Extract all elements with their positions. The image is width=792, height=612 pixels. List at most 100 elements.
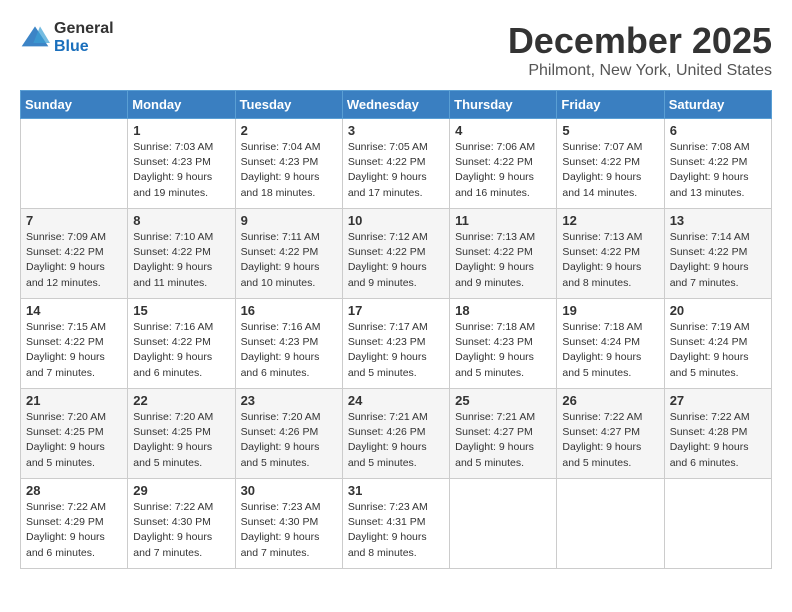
- day-info: Sunrise: 7:15 AMSunset: 4:22 PMDaylight:…: [26, 320, 122, 381]
- day-info: Sunrise: 7:13 AMSunset: 4:22 PMDaylight:…: [455, 230, 551, 291]
- calendar-cell-w0-d2: 2 Sunrise: 7:04 AMSunset: 4:23 PMDaylight…: [235, 119, 342, 209]
- day-info: Sunrise: 7:23 AMSunset: 4:31 PMDaylight:…: [348, 500, 444, 561]
- day-number: 13: [670, 213, 766, 228]
- day-info: Sunrise: 7:22 AMSunset: 4:27 PMDaylight:…: [562, 410, 658, 471]
- calendar-cell-w4-d0: 28 Sunrise: 7:22 AMSunset: 4:29 PMDayligh…: [21, 479, 128, 569]
- week-row-3: 21 Sunrise: 7:20 AMSunset: 4:25 PMDayligh…: [21, 389, 772, 479]
- day-number: 25: [455, 393, 551, 408]
- calendar-cell-w4-d3: 31 Sunrise: 7:23 AMSunset: 4:31 PMDayligh…: [342, 479, 449, 569]
- day-number: 10: [348, 213, 444, 228]
- logo-general-text: General: [54, 20, 114, 38]
- day-number: 8: [133, 213, 229, 228]
- day-info: Sunrise: 7:10 AMSunset: 4:22 PMDaylight:…: [133, 230, 229, 291]
- day-info: Sunrise: 7:05 AMSunset: 4:22 PMDaylight:…: [348, 140, 444, 201]
- calendar-cell-w0-d3: 3 Sunrise: 7:05 AMSunset: 4:22 PMDaylight…: [342, 119, 449, 209]
- calendar-cell-w4-d5: [557, 479, 664, 569]
- day-info: Sunrise: 7:21 AMSunset: 4:26 PMDaylight:…: [348, 410, 444, 471]
- day-number: 28: [26, 483, 122, 498]
- calendar-cell-w2-d3: 17 Sunrise: 7:17 AMSunset: 4:23 PMDayligh…: [342, 299, 449, 389]
- week-row-1: 7 Sunrise: 7:09 AMSunset: 4:22 PMDaylight…: [21, 209, 772, 299]
- day-number: 23: [241, 393, 337, 408]
- day-number: 17: [348, 303, 444, 318]
- calendar-cell-w1-d0: 7 Sunrise: 7:09 AMSunset: 4:22 PMDaylight…: [21, 209, 128, 299]
- header-monday: Monday: [128, 91, 235, 119]
- calendar-cell-w3-d3: 24 Sunrise: 7:21 AMSunset: 4:26 PMDayligh…: [342, 389, 449, 479]
- calendar-cell-w0-d0: [21, 119, 128, 209]
- day-info: Sunrise: 7:14 AMSunset: 4:22 PMDaylight:…: [670, 230, 766, 291]
- day-number: 2: [241, 123, 337, 138]
- day-info: Sunrise: 7:12 AMSunset: 4:22 PMDaylight:…: [348, 230, 444, 291]
- calendar-cell-w1-d5: 12 Sunrise: 7:13 AMSunset: 4:22 PMDayligh…: [557, 209, 664, 299]
- calendar-cell-w0-d6: 6Sunrise: 7:08 AMSunset: 4:22 PMDaylight…: [664, 119, 771, 209]
- logo: General Blue: [20, 20, 114, 55]
- day-number: 16: [241, 303, 337, 318]
- week-row-2: 14 Sunrise: 7:15 AMSunset: 4:22 PMDayligh…: [21, 299, 772, 389]
- day-info: Sunrise: 7:16 AMSunset: 4:23 PMDaylight:…: [241, 320, 337, 381]
- main-title: December 2025: [508, 20, 772, 62]
- day-number: 19: [562, 303, 658, 318]
- day-info: Sunrise: 7:04 AMSunset: 4:23 PMDaylight:…: [241, 140, 337, 201]
- calendar-cell-w0-d4: 4Sunrise: 7:06 AMSunset: 4:22 PMDaylight…: [450, 119, 557, 209]
- subtitle: Philmont, New York, United States: [508, 62, 772, 80]
- day-info: Sunrise: 7:07 AMSunset: 4:22 PMDaylight:…: [562, 140, 658, 201]
- day-info: Sunrise: 7:18 AMSunset: 4:23 PMDaylight:…: [455, 320, 551, 381]
- calendar-cell-w3-d1: 22Sunrise: 7:20 AMSunset: 4:25 PMDayligh…: [128, 389, 235, 479]
- day-number: 31: [348, 483, 444, 498]
- calendar-cell-w1-d1: 8 Sunrise: 7:10 AMSunset: 4:22 PMDaylight…: [128, 209, 235, 299]
- calendar-header-row: Sunday Monday Tuesday Wednesday Thursday…: [21, 91, 772, 119]
- header-wednesday: Wednesday: [342, 91, 449, 119]
- day-info: Sunrise: 7:20 AMSunset: 4:25 PMDaylight:…: [26, 410, 122, 471]
- header: General Blue December 2025 Philmont, New…: [20, 20, 772, 80]
- day-number: 21: [26, 393, 122, 408]
- day-info: Sunrise: 7:18 AMSunset: 4:24 PMDaylight:…: [562, 320, 658, 381]
- calendar-cell-w0-d5: 5 Sunrise: 7:07 AMSunset: 4:22 PMDaylight…: [557, 119, 664, 209]
- header-sunday: Sunday: [21, 91, 128, 119]
- calendar-cell-w4-d1: 29 Sunrise: 7:22 AMSunset: 4:30 PMDayligh…: [128, 479, 235, 569]
- calendar-cell-w3-d5: 26Sunrise: 7:22 AMSunset: 4:27 PMDayligh…: [557, 389, 664, 479]
- day-info: Sunrise: 7:08 AMSunset: 4:22 PMDaylight:…: [670, 140, 766, 201]
- calendar-cell-w3-d4: 25 Sunrise: 7:21 AMSunset: 4:27 PMDayligh…: [450, 389, 557, 479]
- calendar-cell-w2-d2: 16 Sunrise: 7:16 AMSunset: 4:23 PMDayligh…: [235, 299, 342, 389]
- day-number: 24: [348, 393, 444, 408]
- logo-text: General Blue: [54, 20, 114, 55]
- header-friday: Friday: [557, 91, 664, 119]
- calendar-cell-w4-d2: 30Sunrise: 7:23 AMSunset: 4:30 PMDayligh…: [235, 479, 342, 569]
- calendar-cell-w2-d6: 20 Sunrise: 7:19 AMSunset: 4:24 PMDayligh…: [664, 299, 771, 389]
- day-number: 3: [348, 123, 444, 138]
- day-info: Sunrise: 7:20 AMSunset: 4:25 PMDaylight:…: [133, 410, 229, 471]
- day-info: Sunrise: 7:22 AMSunset: 4:30 PMDaylight:…: [133, 500, 229, 561]
- day-info: Sunrise: 7:21 AMSunset: 4:27 PMDaylight:…: [455, 410, 551, 471]
- day-info: Sunrise: 7:11 AMSunset: 4:22 PMDaylight:…: [241, 230, 337, 291]
- day-number: 5: [562, 123, 658, 138]
- calendar-cell-w2-d4: 18Sunrise: 7:18 AMSunset: 4:23 PMDayligh…: [450, 299, 557, 389]
- calendar-cell-w4-d6: [664, 479, 771, 569]
- day-number: 20: [670, 303, 766, 318]
- day-number: 30: [241, 483, 337, 498]
- day-number: 12: [562, 213, 658, 228]
- calendar-cell-w3-d6: 27Sunrise: 7:22 AMSunset: 4:28 PMDayligh…: [664, 389, 771, 479]
- day-info: Sunrise: 7:19 AMSunset: 4:24 PMDaylight:…: [670, 320, 766, 381]
- day-info: Sunrise: 7:20 AMSunset: 4:26 PMDaylight:…: [241, 410, 337, 471]
- day-number: 4: [455, 123, 551, 138]
- day-info: Sunrise: 7:22 AMSunset: 4:29 PMDaylight:…: [26, 500, 122, 561]
- calendar: Sunday Monday Tuesday Wednesday Thursday…: [20, 90, 772, 569]
- day-info: Sunrise: 7:16 AMSunset: 4:22 PMDaylight:…: [133, 320, 229, 381]
- header-thursday: Thursday: [450, 91, 557, 119]
- day-info: Sunrise: 7:13 AMSunset: 4:22 PMDaylight:…: [562, 230, 658, 291]
- calendar-cell-w1-d2: 9Sunrise: 7:11 AMSunset: 4:22 PMDaylight…: [235, 209, 342, 299]
- day-number: 11: [455, 213, 551, 228]
- week-row-0: 1Sunrise: 7:03 AMSunset: 4:23 PMDaylight…: [21, 119, 772, 209]
- day-number: 14: [26, 303, 122, 318]
- day-number: 29: [133, 483, 229, 498]
- day-info: Sunrise: 7:09 AMSunset: 4:22 PMDaylight:…: [26, 230, 122, 291]
- title-section: December 2025 Philmont, New York, United…: [508, 20, 772, 80]
- calendar-cell-w4-d4: [450, 479, 557, 569]
- week-row-4: 28 Sunrise: 7:22 AMSunset: 4:29 PMDayligh…: [21, 479, 772, 569]
- calendar-cell-w3-d2: 23 Sunrise: 7:20 AMSunset: 4:26 PMDayligh…: [235, 389, 342, 479]
- calendar-cell-w2-d0: 14 Sunrise: 7:15 AMSunset: 4:22 PMDayligh…: [21, 299, 128, 389]
- day-info: Sunrise: 7:17 AMSunset: 4:23 PMDaylight:…: [348, 320, 444, 381]
- header-tuesday: Tuesday: [235, 91, 342, 119]
- calendar-cell-w2-d5: 19 Sunrise: 7:18 AMSunset: 4:24 PMDayligh…: [557, 299, 664, 389]
- day-info: Sunrise: 7:22 AMSunset: 4:28 PMDaylight:…: [670, 410, 766, 471]
- day-number: 7: [26, 213, 122, 228]
